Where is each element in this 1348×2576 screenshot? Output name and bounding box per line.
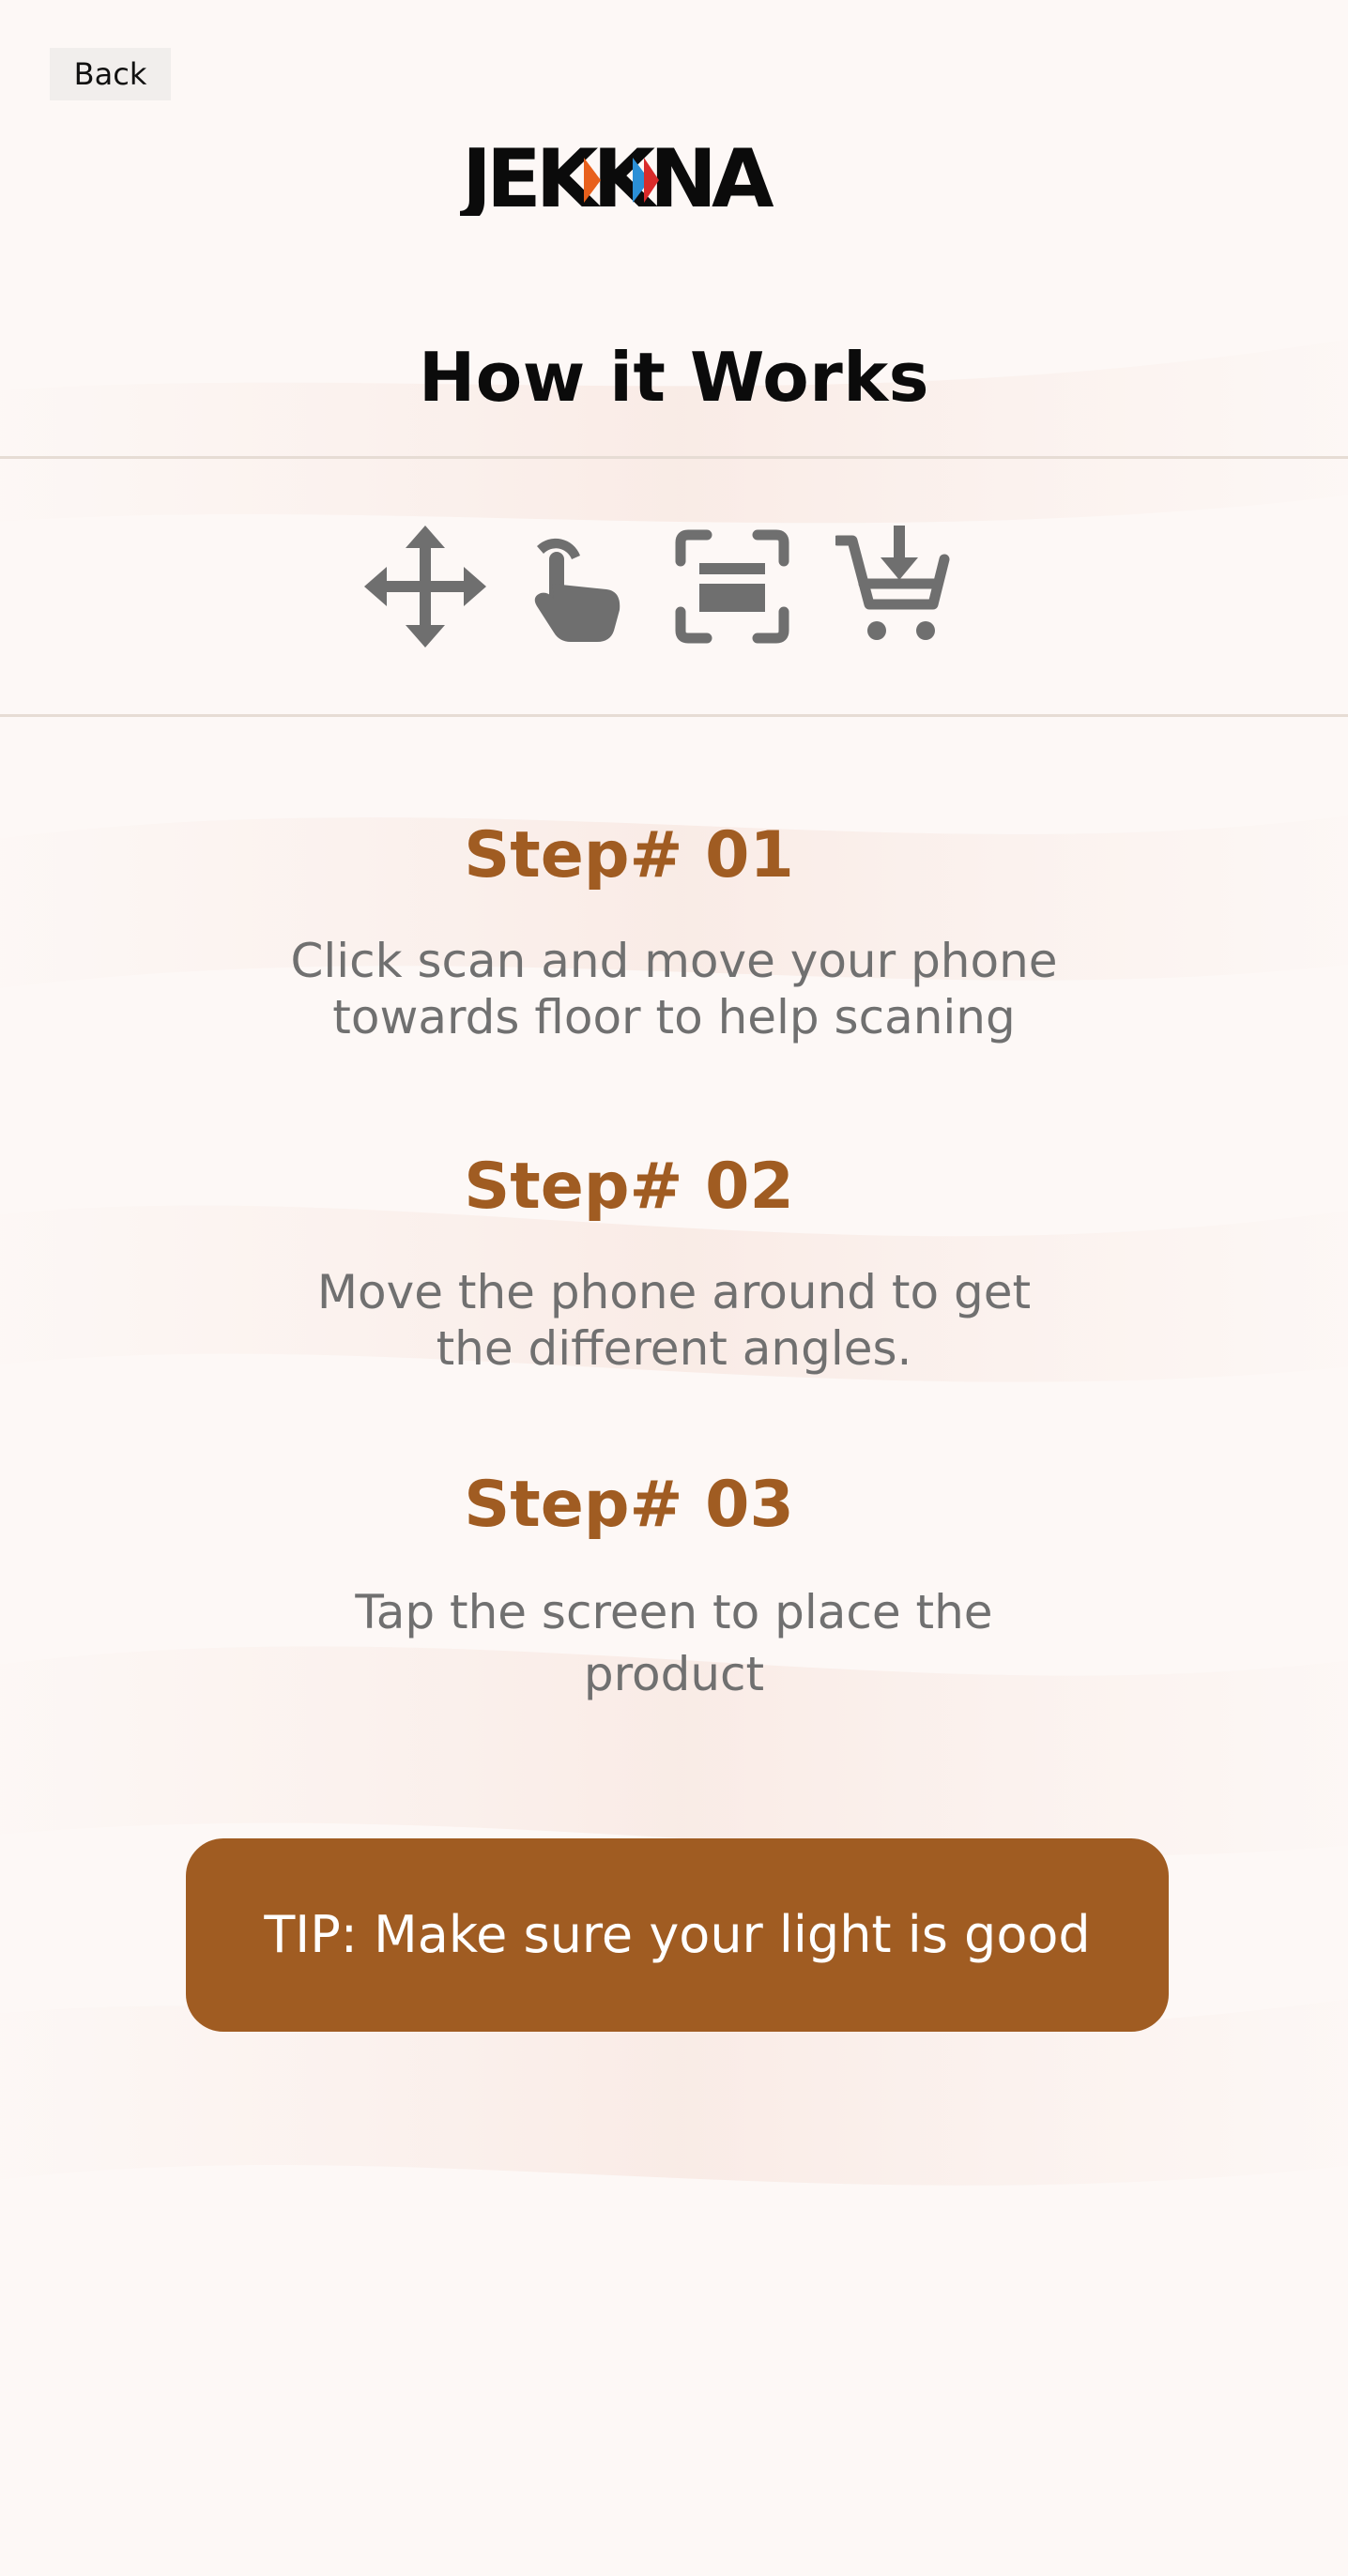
step-3-description-line-2: product	[583, 1647, 765, 1701]
step-3-description-line-1: Tap the screen to place the	[355, 1585, 993, 1639]
icons-divider	[0, 714, 1348, 717]
step-2-title: Step# 02	[464, 1150, 794, 1224]
top-divider	[0, 456, 1348, 459]
move-arrows-icon	[364, 526, 486, 648]
step-2-description-line-1: Move the phone around to get	[316, 1265, 1032, 1319]
cart-download-icon	[835, 526, 950, 640]
scan-frame-icon	[675, 529, 789, 644]
tip-banner: TIP: Make sure your light is good	[186, 1838, 1169, 2032]
jekkna-logo: JEKKNA	[460, 132, 780, 216]
step-3-title: Step# 03	[464, 1468, 794, 1542]
page-title: How it Works	[418, 338, 930, 417]
how-it-works-screen: Back JEKKNA How it Works Step# 01 Click …	[0, 0, 1348, 2576]
back-button[interactable]: Back	[50, 48, 171, 100]
tap-hand-icon	[534, 538, 620, 642]
icon-row	[0, 526, 1348, 657]
step-1-description-line-2: towards floor to help scaning	[332, 990, 1016, 1044]
step-1-title: Step# 01	[464, 818, 794, 892]
step-1-description-line-1: Click scan and move your phone	[290, 934, 1058, 988]
svg-text:JEKKNA: JEKKNA	[460, 132, 774, 216]
step-2-description-line-2: the different angles.	[436, 1321, 912, 1376]
